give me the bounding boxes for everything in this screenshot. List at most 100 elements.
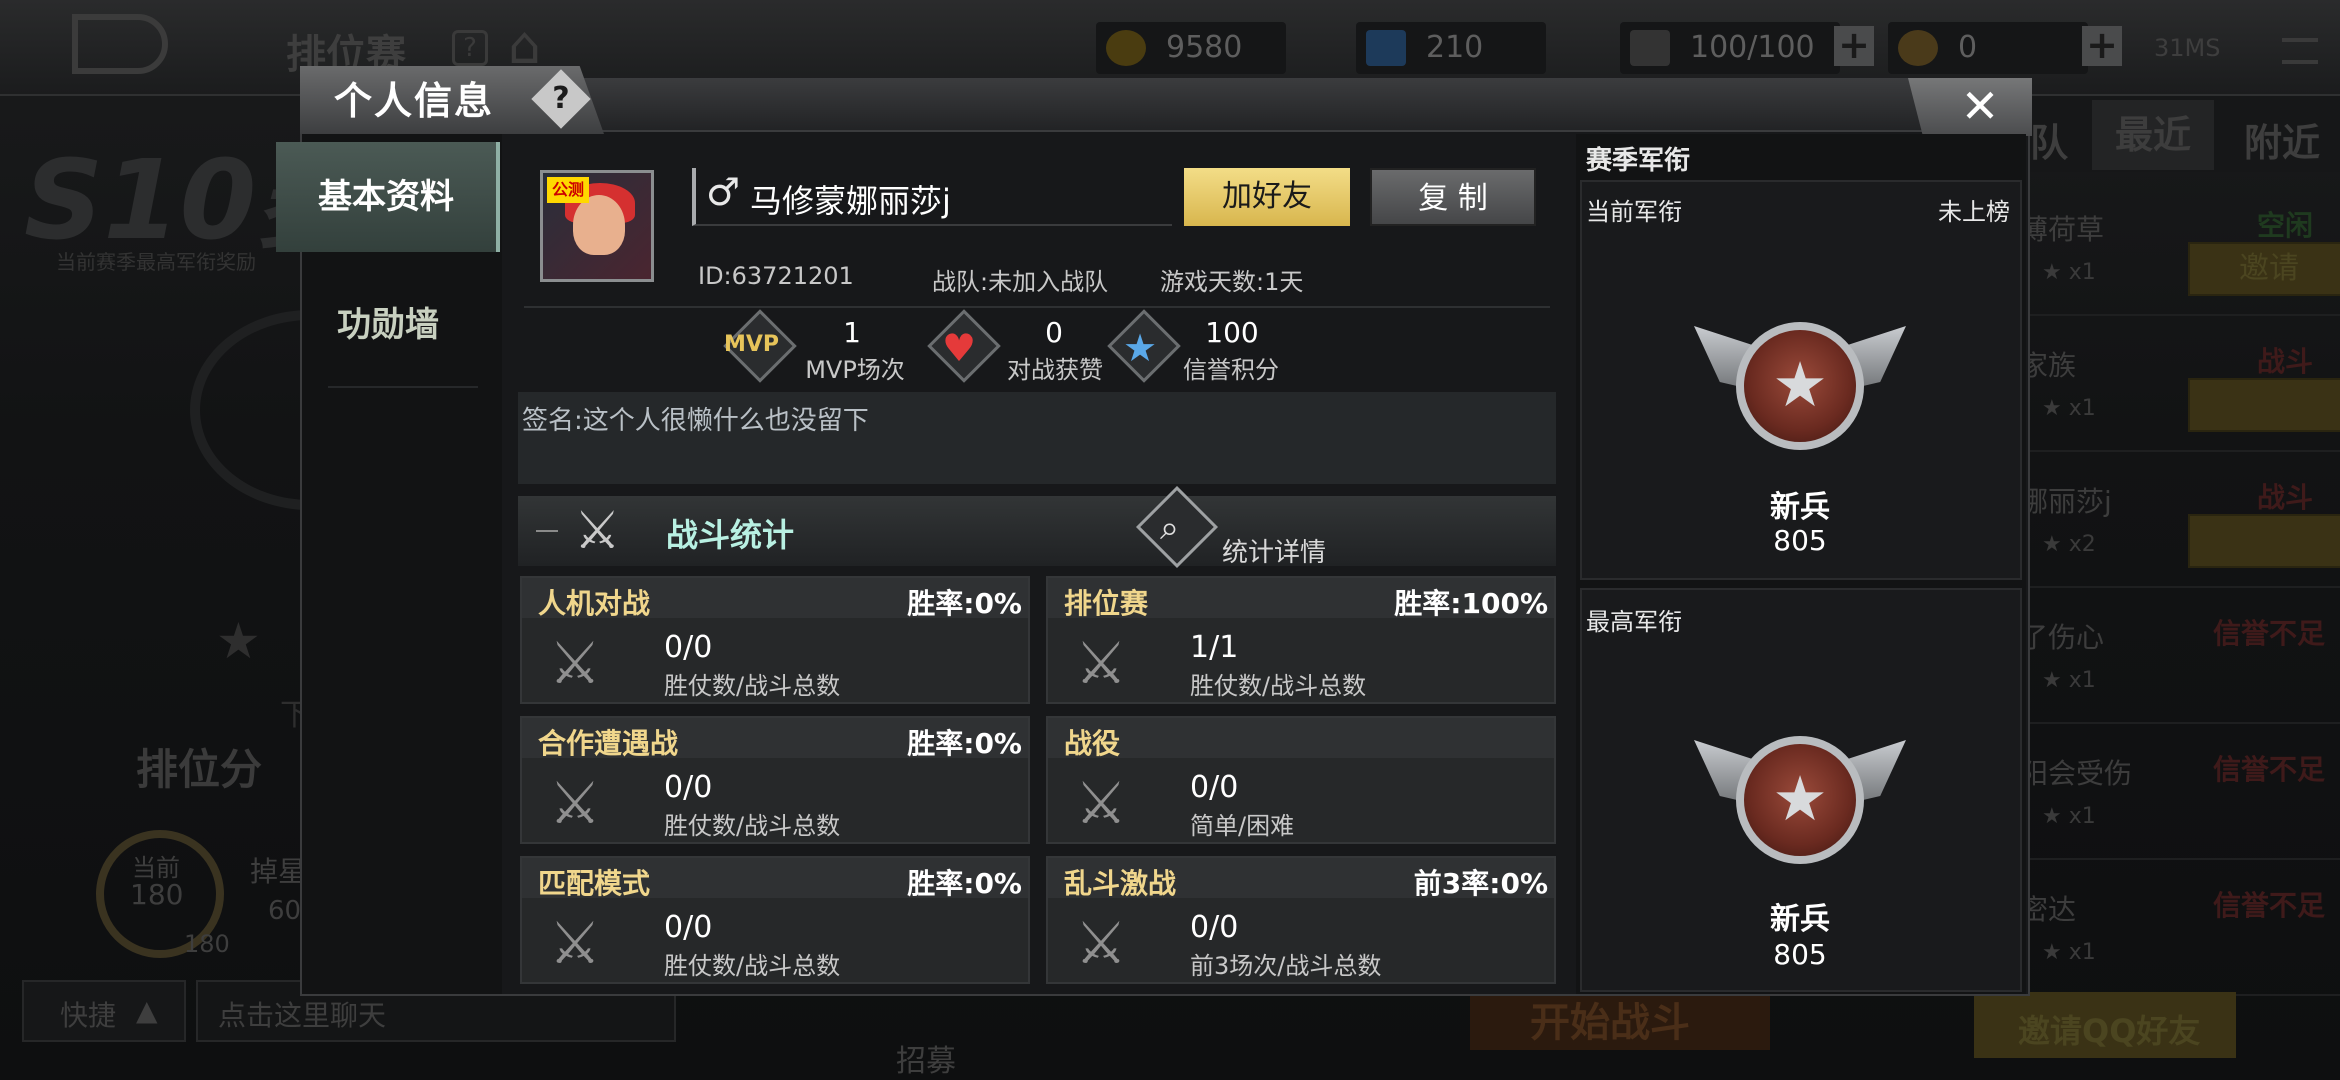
- diamond-counter: 210: [1356, 22, 1546, 74]
- friend-row[interactable]: 家族 战斗 ★ x1: [2020, 316, 2340, 452]
- avatar-face: [573, 195, 625, 255]
- tab-team[interactable]: 队: [2030, 112, 2068, 167]
- card-title: 人机对战: [538, 587, 651, 620]
- drop-label: 掉星: [250, 855, 307, 888]
- highest-rank-name: 新兵: [1770, 902, 1830, 937]
- invite-qq-button[interactable]: 邀请QQ好友: [1974, 992, 2236, 1058]
- card-rate: 胜率:0%: [907, 727, 1022, 760]
- friend-row[interactable]: 了伤心 信誉不足 ★ x1: [2020, 588, 2340, 724]
- magnifier-icon: ⌕: [1160, 508, 1180, 548]
- current-value: 180: [130, 878, 184, 911]
- friend-row[interactable]: 阳会受伤 信誉不足 ★ x1: [2020, 724, 2340, 860]
- card-ranked[interactable]: 排位赛 胜率:100% ⚔ 1/1 胜仗数/战斗总数: [1046, 576, 1556, 704]
- likes-count: 0: [1045, 316, 1063, 349]
- friend-row[interactable]: 薄荷草 空闲 邀请 ★ x1: [2020, 180, 2340, 316]
- friend-name: 娜丽莎j: [2020, 485, 2112, 518]
- avatar[interactable]: 公测: [540, 170, 654, 282]
- card-header: [1048, 718, 1554, 758]
- rank-points-label: 排位分: [136, 745, 263, 794]
- current-rank-label: 当前军衔: [1586, 198, 1682, 226]
- male-icon: ♂: [706, 170, 741, 214]
- tab-recent[interactable]: 最近: [2092, 100, 2214, 170]
- season-subtitle: 当前赛季最高军衔奖励: [56, 250, 256, 274]
- invite-button[interactable]: 邀请: [2188, 242, 2340, 296]
- tab-basic-info[interactable]: 基本资料: [276, 142, 500, 252]
- friend-stars: ★ x2: [2042, 532, 2096, 557]
- back-icon[interactable]: [72, 14, 168, 74]
- card-value: 0/0: [664, 630, 713, 665]
- nav-divider: [328, 386, 478, 388]
- card-rate: 胜率:100%: [1394, 587, 1548, 620]
- card-pve[interactable]: 人机对战 胜率:0% ⚔ 0/0 胜仗数/战斗总数: [520, 576, 1030, 704]
- menu-icon[interactable]: [2282, 38, 2318, 64]
- friend-stars: ★ x1: [2042, 396, 2096, 421]
- friend-stars: ★ x1: [2042, 668, 2096, 693]
- energy-counter: 100/100: [1620, 22, 1840, 74]
- ping-readout: 31MS: [2154, 34, 2221, 62]
- card-rate: 胜率:0%: [907, 867, 1022, 900]
- header-dash: [536, 530, 558, 532]
- add-friend-button[interactable]: 加好友: [1184, 168, 1350, 226]
- bg-star-icon: ★: [216, 612, 261, 670]
- friend-status: 信誉不足: [2212, 753, 2325, 786]
- heart-icon: ♥: [942, 326, 977, 370]
- signature-text: 签名:这个人很懒什么也没留下: [522, 406, 869, 436]
- card-campaign[interactable]: 战役 ⚔ 0/0 简单/困难: [1046, 716, 1556, 844]
- crossed-swords-icon: ⚔: [1075, 909, 1127, 977]
- card-title: 匹配模式: [538, 867, 651, 900]
- small-points: 180: [184, 930, 230, 958]
- friend-status: 空闲: [2256, 209, 2313, 242]
- card-value: 0/0: [1190, 770, 1239, 805]
- help-icon[interactable]: ?: [531, 69, 591, 129]
- friend-row[interactable]: 娜丽莎j 战斗 ★ x2: [2020, 452, 2340, 588]
- highest-rank-label: 最高军衔: [1586, 608, 1682, 636]
- add-energy-button[interactable]: +: [1834, 26, 1874, 66]
- card-sub: 胜仗数/战斗总数: [1190, 672, 1367, 700]
- stats-detail-link[interactable]: 统计详情: [1222, 532, 1326, 569]
- rank-star-icon: ★: [1772, 762, 1828, 835]
- current-rank-name: 新兵: [1770, 490, 1830, 525]
- tab-nearby[interactable]: 附近: [2244, 112, 2320, 167]
- current-rank-status: 未上榜: [1938, 198, 2010, 226]
- card-sub: 胜仗数/战斗总数: [664, 812, 841, 840]
- crossed-swords-icon: ⚔: [549, 909, 601, 977]
- card-title: 战役: [1064, 727, 1121, 760]
- player-id: ID:63721201: [698, 262, 854, 290]
- gold-coin-icon: [1106, 30, 1146, 66]
- card-value: 0/0: [1190, 910, 1239, 945]
- crossed-swords-icon: ⚔: [1075, 629, 1127, 697]
- help-icon-bg[interactable]: ?: [452, 30, 488, 66]
- friend-stars: ★ x1: [2042, 940, 2096, 965]
- crossed-swords-icon: ⚔: [549, 769, 601, 837]
- quick-chat-button[interactable]: 快捷 ▲: [22, 980, 186, 1042]
- friend-name: 了伤心: [2020, 621, 2105, 654]
- star-icon: ★: [1123, 326, 1158, 370]
- card-brawl[interactable]: 乱斗激战 前3率:0% ⚔ 0/0 前3场次/战斗总数: [1046, 856, 1556, 984]
- friend-stars: ★ x1: [2042, 804, 2096, 829]
- voucher-counter: 0: [1888, 22, 2088, 74]
- friend-row[interactable]: 密达 信誉不足 ★ x1: [2020, 860, 2340, 996]
- invite-button[interactable]: [2188, 378, 2340, 432]
- season-rank-title: 赛季军衔: [1586, 146, 1691, 176]
- credit-label: 信誉积分: [1183, 356, 1279, 384]
- card-coop[interactable]: 合作遭遇战 胜率:0% ⚔ 0/0 胜仗数/战斗总数: [520, 716, 1030, 844]
- home-icon[interactable]: ⌂: [508, 20, 572, 72]
- card-title: 排位赛: [1064, 587, 1149, 620]
- chat-placeholder: 点击这里聊天: [218, 999, 387, 1032]
- recruit-label[interactable]: 招募: [896, 1036, 956, 1080]
- profile-divider: [524, 306, 1550, 308]
- rank-star-icon: ★: [1772, 348, 1828, 421]
- close-button[interactable]: ✕: [1908, 78, 2032, 136]
- crossed-swords-icon: ⚔: [549, 629, 601, 697]
- dialog-title: 个人信息: [334, 79, 495, 123]
- card-sub: 胜仗数/战斗总数: [664, 672, 841, 700]
- player-name: 马修蒙娜丽莎j: [750, 182, 951, 220]
- card-match[interactable]: 匹配模式 胜率:0% ⚔ 0/0 胜仗数/战斗总数: [520, 856, 1030, 984]
- card-sub: 胜仗数/战斗总数: [664, 952, 841, 980]
- copy-button[interactable]: 复 制: [1370, 168, 1536, 226]
- quick-label: 快捷: [60, 999, 117, 1032]
- tab-merit-wall[interactable]: 功勋墙: [276, 270, 500, 380]
- add-voucher-button[interactable]: +: [2082, 26, 2122, 66]
- caret-up-icon: ▲: [136, 994, 158, 1027]
- invite-button[interactable]: [2188, 514, 2340, 568]
